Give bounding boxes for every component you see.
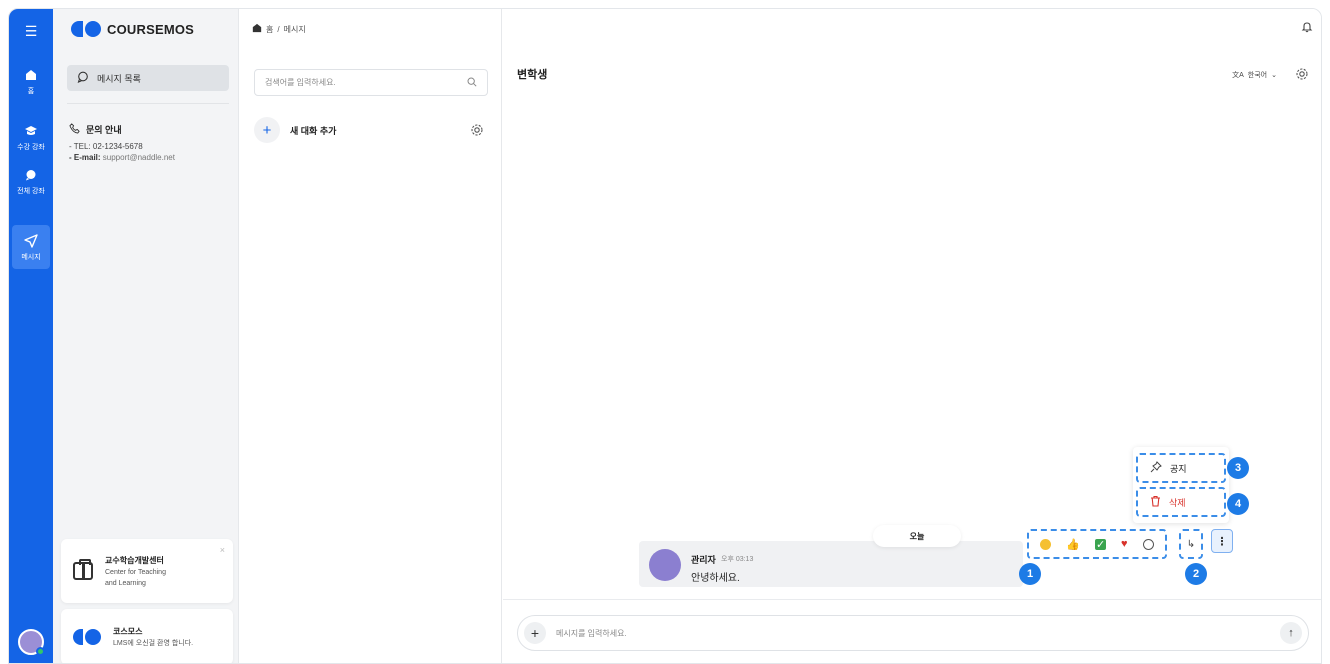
- email-value[interactable]: support@naddle.net: [101, 153, 175, 162]
- chat-outline-icon: [77, 71, 89, 85]
- rail-label: 수강 강좌: [17, 143, 45, 151]
- graduation-cap-icon: [23, 123, 39, 139]
- online-status-dot: [36, 647, 45, 656]
- callout-badge-3: 3: [1227, 457, 1249, 479]
- chat-pane: 변학생 文A 한국어 ⌄ 관리자 오후 03:13 안녕하세요. 오늘 👍 ✓ …: [503, 9, 1321, 663]
- email-label: - E-mail:: [69, 153, 101, 162]
- rail-item-my-courses[interactable]: 수강 강좌: [9, 115, 53, 159]
- breadcrumb-current: 메시지: [283, 24, 306, 34]
- language-value: 한국어: [1247, 72, 1268, 79]
- brand-name: COURSEMOS: [107, 21, 195, 37]
- rail-label: 메시지: [21, 253, 41, 261]
- chat-bubble-icon: [23, 167, 39, 183]
- divider: [67, 103, 229, 104]
- rail-label: 홈: [27, 87, 35, 95]
- kebab-icon: ⋮: [1216, 535, 1228, 548]
- app-window: ☰ 홈 수강 강좌 전체 강좌 메시지 COURSEMOS 메시지 목록 문의 …: [8, 8, 1322, 664]
- menu-item-label: 삭제: [1169, 497, 1186, 508]
- callout-badge-1: 1: [1019, 563, 1041, 585]
- menu-item-label: 공지: [1170, 463, 1187, 474]
- heart-emoji-icon[interactable]: ♥: [1121, 538, 1128, 550]
- message-row[interactable]: 관리자 오후 03:13 안녕하세요.: [639, 541, 1023, 587]
- side-panel: COURSEMOS 메시지 목록 문의 안내 - TEL: 02-1234-56…: [53, 9, 239, 663]
- nav-rail: ☰ 홈 수강 강좌 전체 강좌 메시지: [9, 9, 53, 663]
- send-icon: [23, 233, 39, 249]
- search-placeholder: 검색어를 입력하세요.: [265, 78, 336, 87]
- contact-title: 문의 안내: [86, 124, 122, 135]
- home-icon: [23, 67, 39, 83]
- user-avatar[interactable]: [18, 629, 45, 656]
- breadcrumb: 홈 / 메시지: [252, 23, 306, 35]
- avatar: [649, 549, 681, 581]
- language-select[interactable]: 文A 한국어 ⌄: [1232, 70, 1277, 80]
- menu-item-pin[interactable]: 공지: [1136, 453, 1226, 483]
- promo-title: 교수학습개발센터: [105, 555, 164, 565]
- rail-item-messages[interactable]: 메시지: [12, 225, 50, 269]
- translate-icon: 文A: [1232, 72, 1244, 79]
- send-button[interactable]: ↑: [1280, 622, 1302, 644]
- briefcase-icon: [73, 559, 93, 580]
- tel-value: 02-1234-5678: [90, 142, 143, 151]
- gear-icon[interactable]: [1295, 67, 1309, 84]
- trash-icon: [1150, 495, 1161, 509]
- chevron-down-icon: ⌄: [1271, 72, 1277, 79]
- search-input[interactable]: 검색어를 입력하세요.: [254, 69, 488, 96]
- message-list-button[interactable]: 메시지 목록: [67, 65, 229, 91]
- promo-card-coursemos[interactable]: 코스모스 LMS에 오신걸 환영 합니다.: [61, 609, 233, 663]
- composer-placeholder: 메시지를 입력하세요.: [556, 629, 627, 638]
- promo-card-ctl[interactable]: 교수학습개발센터 Center for Teaching and Learnin…: [61, 539, 233, 603]
- pin-icon: [1150, 461, 1162, 475]
- conversation-column: 홈 / 메시지 검색어를 입력하세요. + 새 대화 추가: [240, 9, 502, 663]
- message-sender: 관리자: [691, 555, 716, 565]
- reply-arrow-icon: ↳: [1186, 538, 1196, 550]
- brand-logo[interactable]: COURSEMOS: [71, 21, 194, 37]
- breadcrumb-home[interactable]: 홈: [266, 24, 273, 35]
- tel-label: - TEL:: [69, 142, 91, 151]
- new-chat-label: 새 대화 추가: [290, 125, 337, 136]
- rail-item-home[interactable]: 홈: [9, 59, 53, 103]
- rail-item-all-courses[interactable]: 전체 강좌: [9, 159, 53, 203]
- close-icon[interactable]: ×: [220, 545, 225, 555]
- coursemos-logo-icon: [71, 21, 101, 37]
- new-chat-button[interactable]: + 새 대화 추가: [254, 117, 488, 143]
- thumbs-up-emoji-icon[interactable]: 👍: [1066, 538, 1080, 551]
- phone-icon: [69, 123, 80, 137]
- promo-subtitle: LMS에 오신걸 환영 합니다.: [113, 640, 194, 647]
- coursemos-logo-icon: [73, 629, 101, 645]
- menu-item-delete[interactable]: 삭제: [1136, 487, 1226, 517]
- reply-button[interactable]: ↳: [1179, 529, 1203, 559]
- bell-icon[interactable]: [1301, 21, 1313, 36]
- promo-subtitle-line1: Center for Teaching: [105, 568, 166, 576]
- contact-info: 문의 안내 - TEL: 02-1234-5678 - E-mail: supp…: [69, 123, 175, 163]
- callout-badge-2: 2: [1185, 563, 1207, 585]
- message-composer[interactable]: + 메시지를 입력하세요. ↑: [517, 615, 1309, 651]
- add-reaction-icon[interactable]: [1142, 538, 1154, 550]
- callout-badge-4: 4: [1227, 493, 1249, 515]
- reaction-bar: 👍 ✓ ♥: [1027, 529, 1167, 559]
- message-list-label: 메시지 목록: [97, 73, 141, 84]
- divider: [503, 599, 1321, 600]
- more-options-button[interactable]: ⋮: [1211, 529, 1233, 553]
- message-time: 오후 03:13: [721, 556, 754, 563]
- menu-icon[interactable]: ☰: [9, 23, 53, 40]
- home-icon[interactable]: [252, 23, 262, 35]
- breadcrumb-separator: /: [277, 24, 280, 34]
- message-text: 안녕하세요.: [691, 573, 740, 584]
- plus-icon: +: [254, 117, 280, 143]
- search-icon[interactable]: [467, 77, 477, 89]
- attach-plus-button[interactable]: +: [524, 622, 546, 644]
- promo-title: 코스모스: [113, 627, 143, 636]
- message-context-menu: 공지 삭제: [1133, 447, 1229, 523]
- rail-label: 전체 강좌: [17, 187, 45, 195]
- gear-icon[interactable]: [470, 123, 484, 139]
- date-divider: 오늘: [873, 525, 961, 547]
- smile-emoji-icon[interactable]: [1040, 538, 1052, 550]
- chat-title: 변학생: [517, 69, 548, 81]
- promo-subtitle-line2: and Learning: [105, 579, 146, 587]
- check-emoji-icon[interactable]: ✓: [1095, 538, 1107, 551]
